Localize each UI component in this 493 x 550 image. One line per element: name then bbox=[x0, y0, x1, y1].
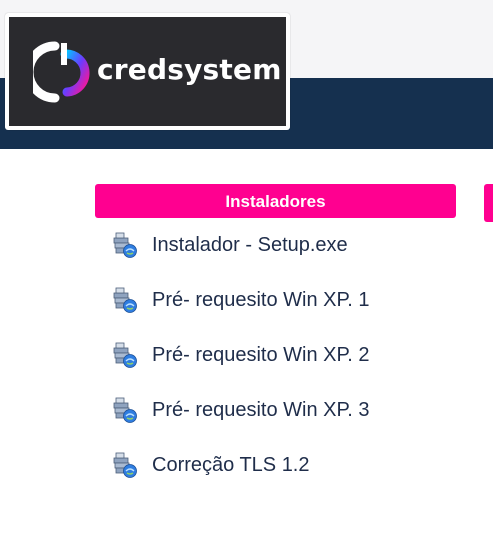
download-label: Instalador - Setup.exe bbox=[152, 233, 348, 256]
installer-icon bbox=[113, 397, 137, 423]
downloads-list: Instalador - Setup.exe Pré- requesito Wi… bbox=[110, 225, 370, 500]
credsystem-logo-icon bbox=[33, 41, 90, 103]
download-label: Pré- requesito Win XP. 3 bbox=[152, 398, 370, 421]
download-link-xp-2[interactable]: Pré- requesito Win XP. 2 bbox=[110, 335, 370, 375]
logo[interactable]: credsystem bbox=[5, 13, 290, 130]
logo-box: credsystem bbox=[9, 17, 286, 126]
installer-icon bbox=[113, 287, 137, 313]
installer-icon bbox=[113, 452, 137, 478]
download-link-setup[interactable]: Instalador - Setup.exe bbox=[110, 225, 370, 265]
download-link-xp-3[interactable]: Pré- requesito Win XP. 3 bbox=[110, 390, 370, 430]
download-label: Pré- requesito Win XP. 2 bbox=[152, 343, 370, 366]
download-link-xp-1[interactable]: Pré- requesito Win XP. 1 bbox=[110, 280, 370, 320]
download-link-tls[interactable]: Correção TLS 1.2 bbox=[110, 445, 370, 485]
download-label: Pré- requesito Win XP. 1 bbox=[152, 288, 370, 311]
download-label: Correção TLS 1.2 bbox=[152, 453, 310, 476]
section-header-next bbox=[484, 184, 493, 222]
section-header-installers: Instaladores bbox=[95, 184, 456, 218]
logo-text: credsystem bbox=[97, 53, 282, 86]
installer-icon bbox=[113, 232, 137, 258]
installer-icon bbox=[113, 342, 137, 368]
